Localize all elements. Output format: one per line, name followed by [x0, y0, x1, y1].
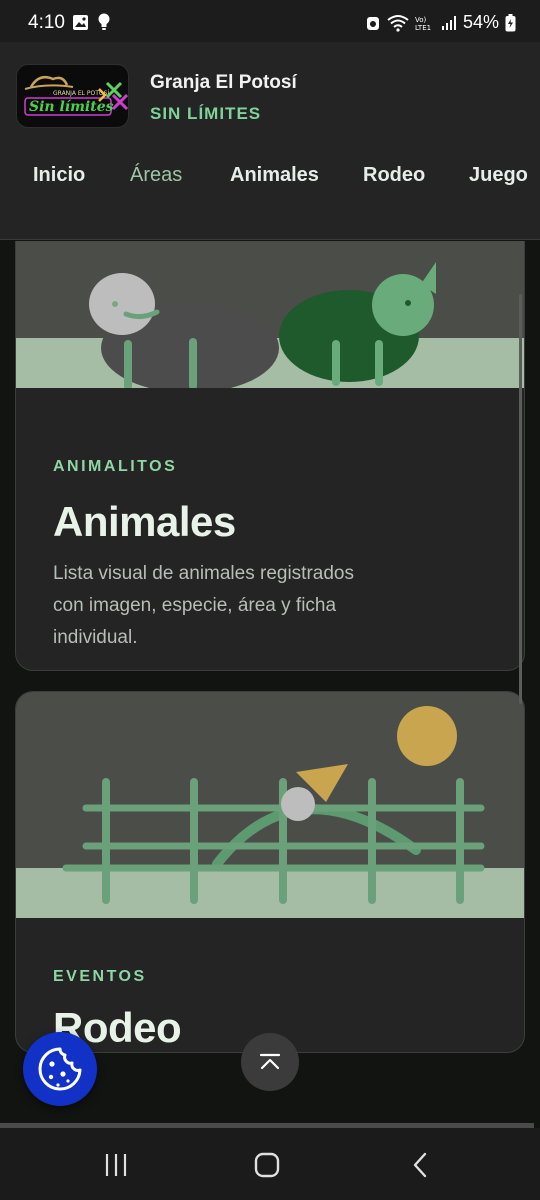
- status-time: 4:10: [28, 12, 65, 33]
- app-header: GRANJA EL POTOSÍ Sin límites Granja El P…: [0, 42, 540, 240]
- nav-item-inicio[interactable]: Inicio: [33, 164, 85, 187]
- system-nav-bar: [0, 1128, 540, 1200]
- home-button[interactable]: [247, 1148, 287, 1182]
- main-nav: Inicio Áreas Animales Rodeo Juego: [0, 164, 540, 194]
- nav-item-juego[interactable]: Juego: [469, 164, 528, 187]
- card-rodeo[interactable]: EVENTOS Rodeo: [15, 691, 525, 1053]
- battery-percent: 54%: [462, 12, 499, 32]
- lightbulb-icon: [98, 13, 110, 30]
- card-tag: EVENTOS: [53, 968, 147, 985]
- animals-illustration: [16, 241, 524, 388]
- card-title: Animales: [53, 498, 236, 545]
- brand-title: Granja El Potosí: [150, 72, 297, 93]
- rodeo-illustration: [16, 692, 524, 918]
- back-icon: [413, 1152, 427, 1178]
- main-content[interactable]: ANIMALITOS Animales Lista visual de anim…: [0, 241, 540, 1123]
- nav-item-areas[interactable]: Áreas: [130, 164, 182, 187]
- cookie-icon: [38, 1047, 82, 1091]
- recent-apps-button[interactable]: [96, 1148, 136, 1182]
- card-animales[interactable]: ANIMALITOS Animales Lista visual de anim…: [15, 241, 525, 671]
- scrollbar-thumb[interactable]: [519, 294, 522, 704]
- svg-text:LTE1: LTE1: [415, 24, 431, 32]
- brand-logo[interactable]: GRANJA EL POTOSÍ Sin límites: [16, 64, 129, 128]
- back-to-top-button[interactable]: [241, 1033, 299, 1091]
- brand-subtitle: SIN LÍMITES: [150, 104, 262, 123]
- volte-icon: Vo)LTE1: [415, 16, 431, 32]
- wifi-icon: [387, 14, 409, 32]
- recent-apps-icon: [105, 1154, 127, 1176]
- nav-item-animales[interactable]: Animales: [230, 164, 319, 187]
- nav-item-rodeo[interactable]: Rodeo: [363, 164, 425, 187]
- cookie-settings-button[interactable]: [23, 1032, 97, 1106]
- chevron-up-icon: [259, 1053, 281, 1070]
- svg-text:Vo): Vo): [415, 16, 427, 24]
- alarm-icon: [366, 16, 379, 30]
- logo-graphic: GRANJA EL POTOSÍ Sin límites: [24, 76, 128, 116]
- home-icon: [254, 1152, 280, 1178]
- back-button[interactable]: [400, 1148, 440, 1182]
- signal-icon: [441, 15, 456, 30]
- gallery-icon: [73, 14, 88, 30]
- battery-icon: [505, 13, 516, 31]
- status-bar: 4:10 Vo) LTE1 54%: [0, 0, 540, 42]
- svg-text:Sin límites: Sin límites: [29, 99, 114, 115]
- card-tag: ANIMALITOS: [53, 458, 178, 475]
- card-description: Lista visual de animales registrados con…: [53, 563, 354, 648]
